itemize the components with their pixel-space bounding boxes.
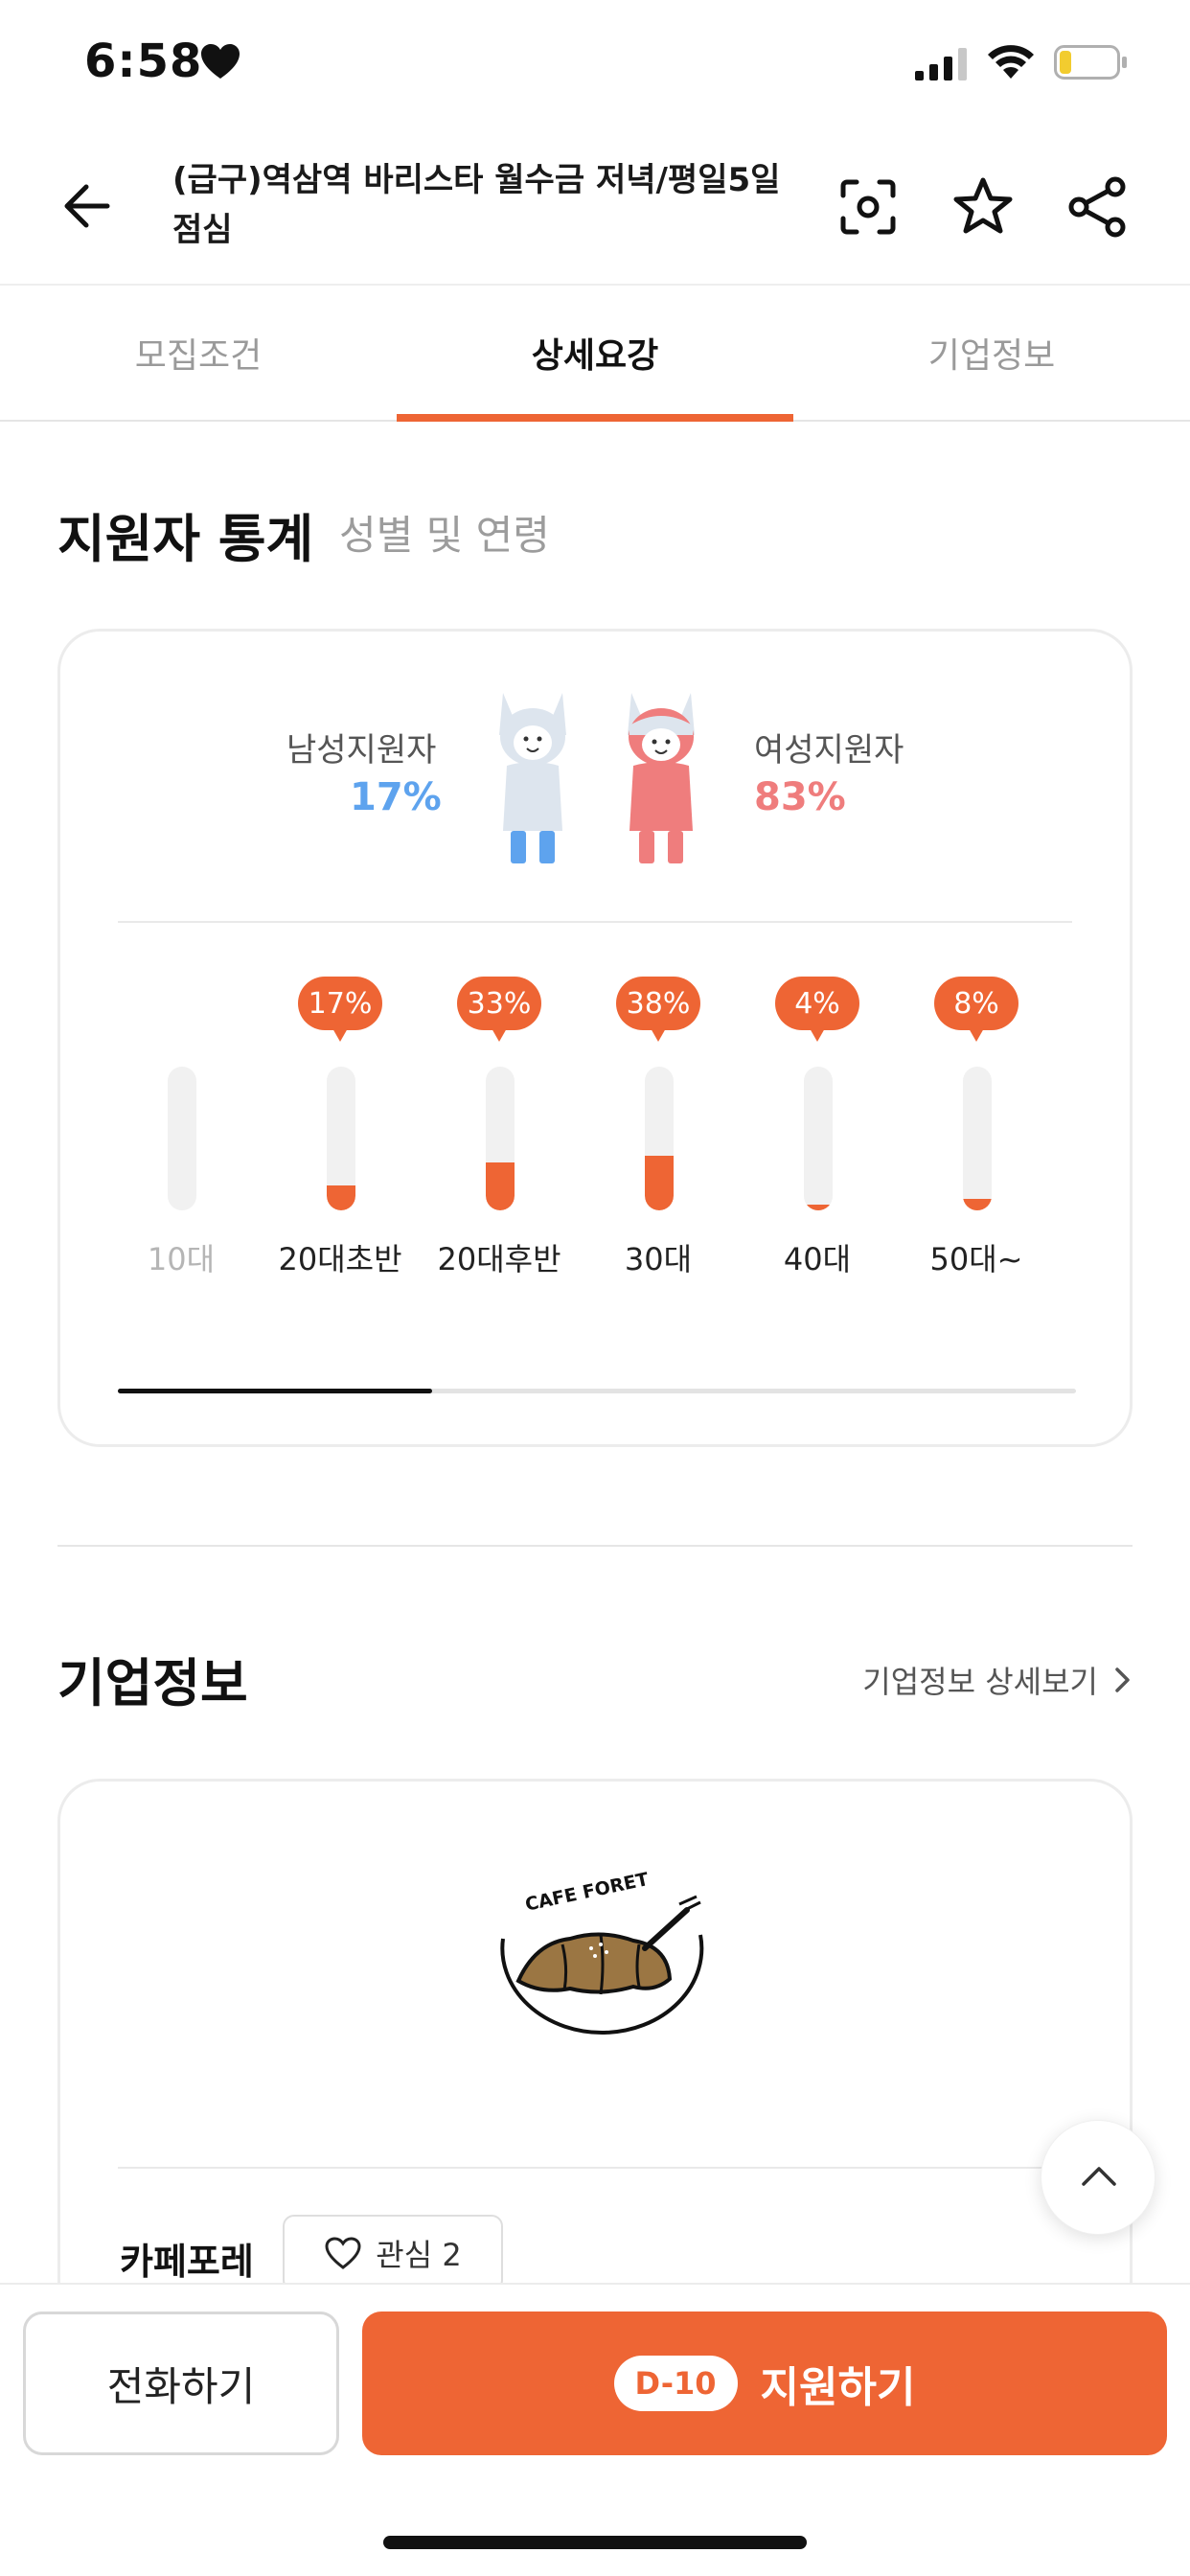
age-bar-track: [327, 1067, 355, 1210]
company-section-title: 기업정보: [57, 1653, 248, 1714]
tab-bar: 모집조건 상세요강 기업정보: [0, 286, 1190, 422]
age-label: 20대후반: [437, 1241, 561, 1277]
company-logo: CAFE FORET: [500, 1869, 704, 2035]
horizontal-scrollbar[interactable]: [118, 1389, 1076, 1393]
female-percent: 83%: [754, 775, 846, 819]
age-bar-track: [486, 1067, 515, 1210]
app-header: (급구)역삼역 바리스타 월수금 저녁/평일5일 점심: [0, 134, 1190, 286]
stats-section-title: 지원자 통계: [57, 509, 314, 569]
status-bar: 6:58: [0, 0, 1190, 134]
age-bar-fill: [804, 1205, 833, 1210]
female-figure-icon: [628, 693, 695, 863]
age-percent-bubble: 17%: [298, 977, 382, 1042]
company-detail-link[interactable]: 기업정보 상세보기: [862, 1658, 1133, 1702]
scan-icon[interactable]: [834, 172, 903, 242]
age-percent-bubble: 4%: [775, 977, 859, 1042]
cell-signal-icon: [915, 48, 967, 80]
dday-badge: D-10: [613, 2356, 738, 2411]
back-arrow-icon[interactable]: [57, 172, 125, 240]
age-column: 4% 40대: [741, 977, 894, 1302]
age-bar-track: [963, 1067, 992, 1210]
age-bar-fill: [645, 1156, 674, 1210]
age-bar-fill: [963, 1199, 992, 1210]
age-label: 30대: [624, 1241, 693, 1277]
interest-label: 관심 2: [376, 2237, 462, 2273]
age-bar-fill: [486, 1162, 515, 1210]
company-divider: [118, 2167, 1072, 2169]
female-label: 여성지원자: [754, 731, 904, 770]
male-percent: 17%: [350, 775, 442, 819]
star-icon[interactable]: [949, 172, 1018, 242]
heart-outline-icon: [325, 2237, 361, 2269]
company-detail-link-label: 기업정보 상세보기: [862, 1664, 1098, 1700]
status-time: 6:58: [84, 34, 203, 88]
chevron-right-icon: [1115, 1668, 1130, 1692]
scroll-to-top-button[interactable]: [1041, 2120, 1156, 2235]
apply-button[interactable]: D-10 지원하기: [362, 2312, 1167, 2455]
applicant-stats-card: 남성지원자 17% 여성지원자 83% 10대 17% 20대초반 33% 20대후반 3…: [57, 629, 1133, 1447]
home-indicator: [383, 2536, 807, 2549]
page-title: (급구)역삼역 바리스타 월수금 저녁/평일5일 점심: [172, 161, 781, 249]
heart-icon: [201, 44, 240, 79]
apply-label: 지원하기: [760, 2363, 916, 2412]
battery-icon: [1054, 45, 1127, 80]
tab-details[interactable]: 상세요강: [397, 286, 793, 422]
logo-text: CAFE FORET: [523, 1869, 651, 1916]
tab-company-info[interactable]: 기업정보: [793, 286, 1190, 420]
age-label: 40대: [783, 1241, 852, 1277]
age-column: 38% 30대: [582, 977, 735, 1302]
age-bar-track: [168, 1067, 196, 1210]
wifi-icon: [988, 45, 1034, 79]
chevron-up-icon: [1082, 2167, 1116, 2186]
age-label: 50대~: [929, 1241, 1023, 1277]
age-label: 10대: [147, 1241, 216, 1277]
tab-recruit-conditions[interactable]: 모집조건: [0, 286, 397, 420]
age-bar-track: [804, 1067, 833, 1210]
age-column: 8% 50대~: [900, 977, 1053, 1302]
section-divider: [57, 1545, 1133, 1547]
share-icon[interactable]: [1064, 172, 1133, 242]
scrollbar-thumb[interactable]: [118, 1389, 432, 1393]
male-figure-icon: [499, 693, 566, 863]
stats-section-subtitle: 성별 및 연령: [339, 512, 550, 559]
age-percent-bubble: 8%: [934, 977, 1018, 1042]
card-divider: [118, 921, 1072, 923]
male-label: 남성지원자: [286, 731, 437, 770]
company-name: 카페포레: [120, 2241, 254, 2283]
interest-button[interactable]: 관심 2: [283, 2215, 503, 2291]
age-label: 20대초반: [278, 1241, 402, 1277]
bottom-action-bar: 전화하기 D-10 지원하기: [0, 2283, 1190, 2576]
age-column: 33% 20대후반: [423, 977, 576, 1302]
age-bar-fill: [327, 1185, 355, 1210]
age-bar-track: [645, 1067, 674, 1210]
age-percent-bubble: 38%: [616, 977, 700, 1042]
call-button[interactable]: 전화하기: [23, 2312, 339, 2455]
age-column: 17% 20대초반: [263, 977, 417, 1302]
age-percent-bubble: 33%: [457, 977, 541, 1042]
age-column: 10대: [104, 977, 258, 1302]
